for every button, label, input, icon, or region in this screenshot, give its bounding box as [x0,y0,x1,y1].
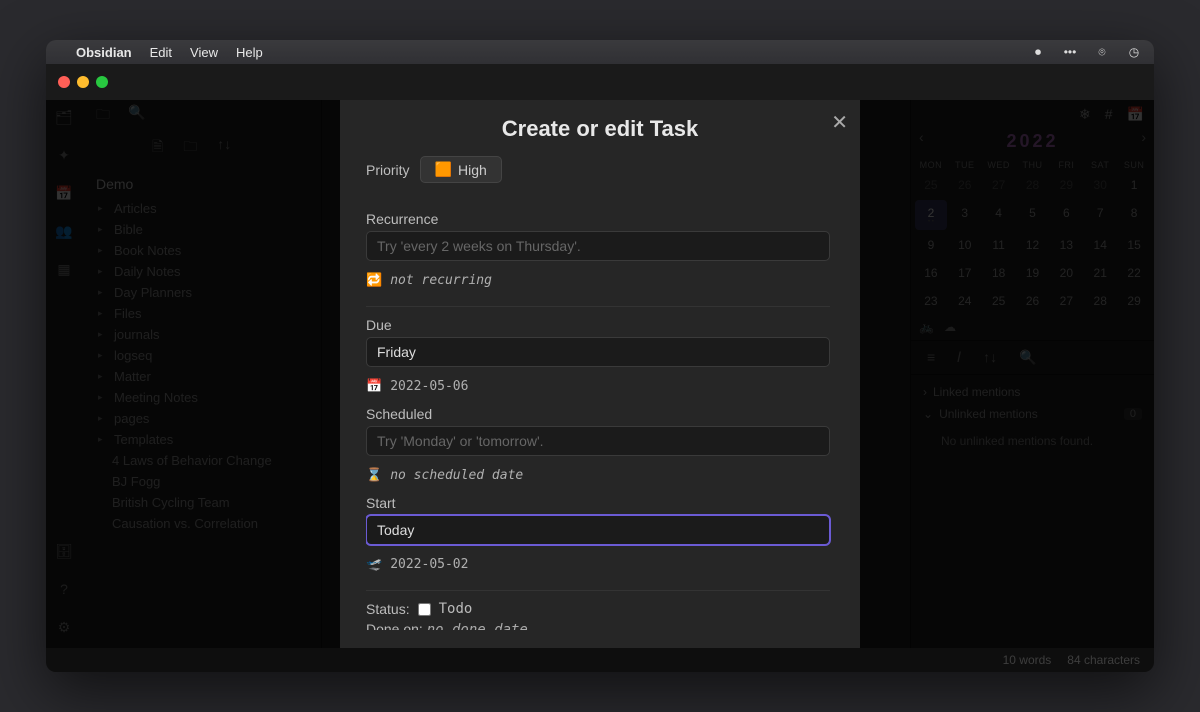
status-label: Status: [366,601,410,617]
menubar-view[interactable]: View [190,45,218,60]
due-hint-icon: 📅 [366,379,382,394]
recurrence-hint: not recurring [390,273,492,288]
scheduled-hint-icon: ⌛ [366,468,382,483]
priority-select[interactable]: 🟧 High [420,156,502,183]
status-value: Todo [439,601,473,617]
modal-close-button[interactable]: ✕ [831,110,848,135]
scheduled-input[interactable] [366,426,830,456]
recurrence-hint-icon: 🔁 [366,273,382,288]
priority-flag-icon: 🟧 [435,161,452,178]
priority-value: High [458,162,487,178]
window-minimize-icon[interactable] [77,76,89,88]
done-value: no done date [427,622,528,630]
priority-label: Priority [366,162,410,178]
status-chars: 84 characters [1067,653,1140,667]
start-label: Start [366,495,830,511]
control-center-icon[interactable]: ⌾ [1094,46,1110,58]
modal-title: Create or edit Task [366,112,834,156]
modal-overlay[interactable]: ✕ Create or edit Task Priority 🟧 High Re… [46,100,1154,648]
status-checkbox[interactable] [418,603,431,616]
start-input[interactable] [366,515,830,545]
menubar-help[interactable]: Help [236,45,263,60]
recurrence-label: Recurrence [366,211,830,227]
status-bar: 10 words 84 characters [46,648,1154,672]
due-input[interactable] [366,337,830,367]
recurrence-input[interactable] [366,231,830,261]
scheduled-label: Scheduled [366,406,830,422]
window-close-icon[interactable] [58,76,70,88]
start-hint: 2022-05-02 [390,557,468,572]
status-words: 10 words [1003,653,1052,667]
due-label: Due [366,317,830,333]
macos-menubar: Obsidian Edit View Help ⏺ ••• ⌾ ◷ [46,40,1154,64]
window-zoom-icon[interactable] [96,76,108,88]
done-label: Done on: [366,621,423,630]
start-hint-icon: 🛫 [366,557,382,572]
menubar-app-name[interactable]: Obsidian [76,45,132,60]
clock-icon[interactable]: ◷ [1126,46,1142,58]
scheduled-hint: no scheduled date [390,468,523,483]
more-icon[interactable]: ••• [1062,46,1078,58]
due-hint: 2022-05-06 [390,379,468,394]
task-modal: ✕ Create or edit Task Priority 🟧 High Re… [340,100,860,648]
menubar-edit[interactable]: Edit [150,45,172,60]
window-titlebar [46,64,1154,100]
screen-record-icon[interactable]: ⏺ [1030,46,1046,58]
